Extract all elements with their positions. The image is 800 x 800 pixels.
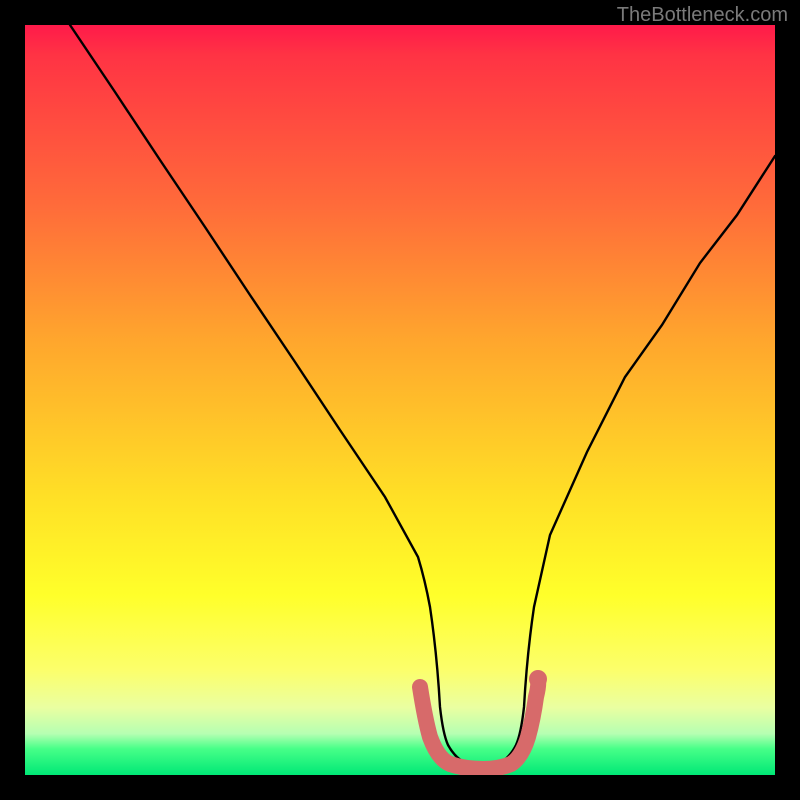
bottleneck-curve (25, 25, 775, 775)
curve-line (70, 25, 775, 767)
optimal-region-marker (420, 680, 538, 769)
chart-container: TheBottleneck.com (0, 0, 800, 800)
plot-area (25, 25, 775, 775)
optimal-end-dot (529, 670, 547, 688)
watermark-text: TheBottleneck.com (617, 4, 788, 27)
